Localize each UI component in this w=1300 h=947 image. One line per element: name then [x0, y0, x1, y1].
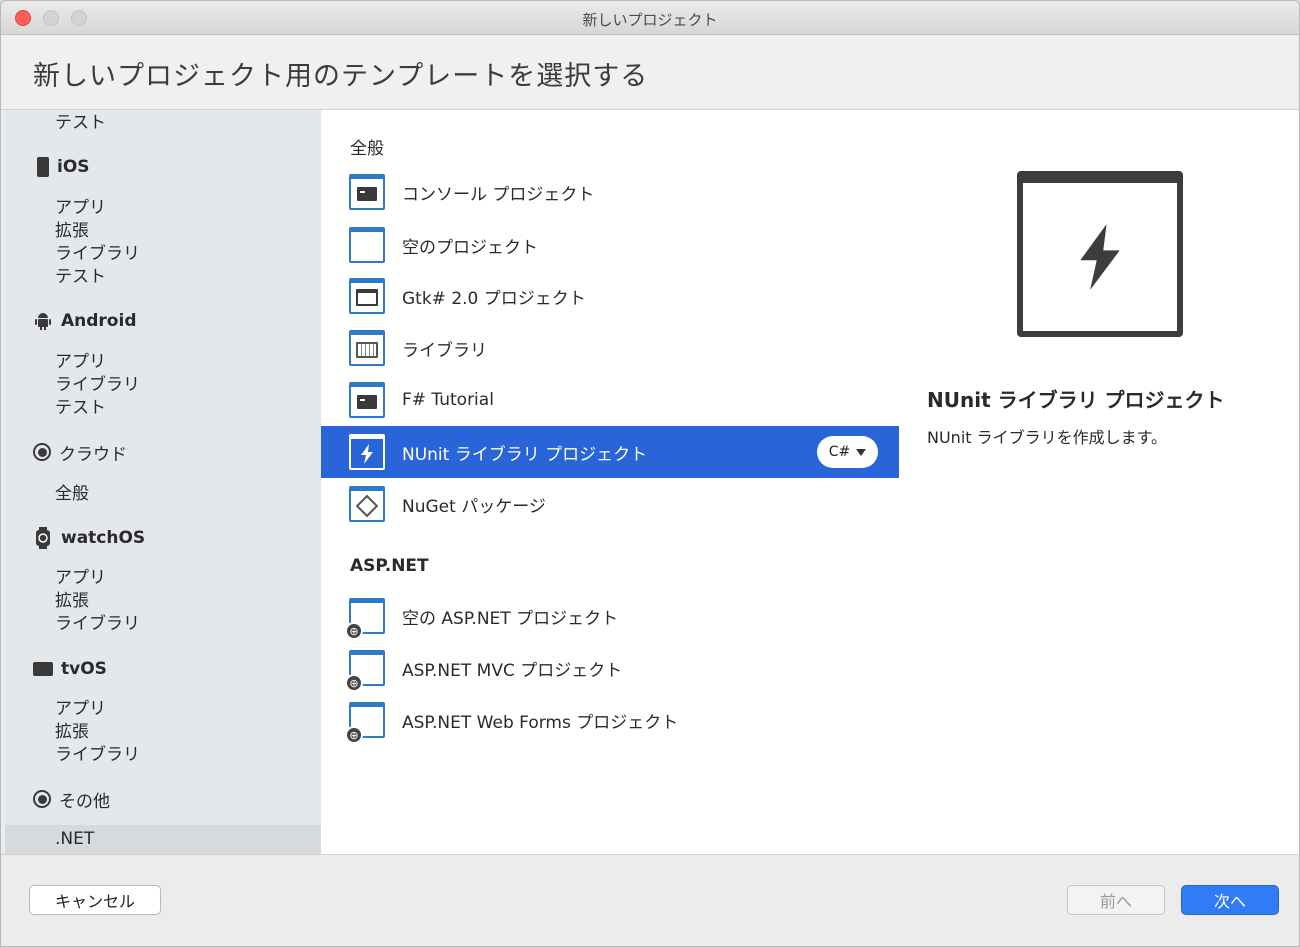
template-label: F# Tutorial [402, 390, 494, 410]
template-tile: ⊕ [345, 598, 385, 640]
blank-icon [349, 227, 385, 263]
sidebar-category-label: tvOS [61, 659, 107, 679]
template-label: Gtk# 2.0 プロジェクト [402, 288, 586, 309]
dialog-header: 新しいプロジェクト用のテンプレートを選択する [1, 36, 1299, 110]
window-title: 新しいプロジェクト [582, 11, 718, 29]
template-label: NUnit ライブラリ プロジェクト [402, 444, 648, 465]
page-title: 新しいプロジェクト用のテンプレートを選択する [33, 61, 649, 92]
terminal-icon [357, 186, 377, 201]
sidebar-item-tvos-library[interactable]: ライブラリ [55, 740, 140, 765]
template-item-library[interactable]: ライブラリ [321, 322, 899, 374]
sidebar-category-label: その他 [59, 791, 110, 812]
sidebar-item-watchos-extension[interactable]: 拡張 [55, 586, 89, 611]
new-project-dialog: 新しいプロジェクト 新しいプロジェクト用のテンプレートを選択する テスト iOS… [0, 0, 1300, 947]
template-item-nunit-library[interactable]: NUnit ライブラリ プロジェクト C# [321, 426, 899, 478]
sidebar-category-label: iOS [57, 157, 90, 177]
sidebar-category-watchos[interactable]: watchOS [33, 526, 145, 550]
sidebar-item-ios-test[interactable]: テスト [55, 262, 106, 287]
sidebar-category-label: クラウド [59, 444, 127, 465]
template-tile [349, 486, 385, 522]
globe-icon: ⊕ [345, 622, 363, 640]
language-value: C# [828, 444, 851, 460]
template-item-aspnet-mvc[interactable]: ⊕ ASP.NET MVC プロジェクト [321, 642, 899, 694]
sidebar-item-android-library[interactable]: ライブラリ [55, 370, 140, 395]
template-tile: ⊕ [345, 650, 385, 692]
template-item-empty[interactable]: 空のプロジェクト [321, 219, 899, 271]
template-label: ASP.NET MVC プロジェクト [402, 660, 623, 681]
template-label: 空のプロジェクト [402, 237, 538, 258]
sidebar-item-android-app[interactable]: アプリ [55, 347, 106, 372]
template-item-aspnet-webforms[interactable]: ⊕ ASP.NET Web Forms プロジェクト [321, 694, 899, 746]
sidebar-item-tvos-extension[interactable]: 拡張 [55, 717, 89, 742]
detail-title: NUnit ライブラリ プロジェクト [927, 388, 1225, 412]
globe-icon: ⊕ [345, 726, 363, 744]
sidebar-item-tvos-app[interactable]: アプリ [55, 694, 106, 719]
sidebar-item-test[interactable]: テスト [55, 110, 106, 133]
template-tile [349, 278, 385, 314]
sidebar-item-watchos-app[interactable]: アプリ [55, 563, 106, 588]
android-icon [35, 313, 51, 330]
sidebar-category-android[interactable]: Android [33, 309, 137, 333]
template-list: 全般 コンソール プロジェクト 空のプロジェクト Gtk# 2.0 プロジェクト… [321, 110, 899, 854]
template-item-fsharp-tutorial[interactable]: F# Tutorial [321, 374, 899, 426]
globe-icon: ⊕ [345, 674, 363, 692]
template-item-nuget-package[interactable]: NuGet パッケージ [321, 478, 899, 530]
lightning-icon [361, 443, 373, 464]
template-label: NuGet パッケージ [402, 496, 546, 517]
sidebar-item-ios-app[interactable]: アプリ [55, 193, 106, 218]
sidebar-category-label: watchOS [61, 528, 146, 548]
sidebar-item-ios-library[interactable]: ライブラリ [55, 239, 140, 264]
chevron-down-icon [856, 448, 867, 456]
next-button[interactable]: 次へ [1181, 885, 1279, 915]
template-label: 空の ASP.NET プロジェクト [402, 608, 619, 629]
template-detail-panel: NUnit ライブラリ プロジェクト NUnit ライブラリを作成します。 [899, 110, 1299, 854]
sidebar-category-other[interactable]: その他 [33, 787, 110, 812]
template-tile: ⊕ [345, 702, 385, 744]
template-label: ライブラリ [402, 340, 487, 361]
library-icon [356, 341, 378, 358]
template-label: コンソール プロジェクト [402, 184, 595, 205]
terminal-icon [357, 394, 377, 409]
watch-icon [36, 527, 50, 549]
cloud-radio-icon [33, 443, 51, 461]
phone-icon [37, 157, 49, 177]
template-tile [349, 174, 385, 210]
sidebar-item-label: .NET [55, 829, 95, 849]
section-heading-general: 全般 [350, 139, 384, 159]
template-tile [349, 382, 385, 418]
window-icon [356, 289, 378, 306]
sidebar-item-watchos-library[interactable]: ライブラリ [55, 609, 140, 634]
category-sidebar: テスト iOS アプリ 拡張 ライブラリ テスト Android アプリ ライブ… [5, 110, 321, 854]
sidebar-item-android-test[interactable]: テスト [55, 393, 106, 418]
other-radio-icon [33, 790, 51, 808]
sidebar-category-cloud[interactable]: クラウド [33, 440, 127, 465]
sidebar-category-label: Android [61, 311, 137, 331]
template-item-gtk[interactable]: Gtk# 2.0 プロジェクト [321, 270, 899, 322]
cancel-button[interactable]: キャンセル [29, 885, 161, 915]
dialog-footer: キャンセル 前へ 次へ [1, 854, 1299, 946]
title-bar: 新しいプロジェクト [1, 1, 1299, 35]
detail-description: NUnit ライブラリを作成します。 [927, 428, 1168, 447]
template-preview [1017, 171, 1183, 337]
section-heading-aspnet: ASP.NET [350, 556, 429, 576]
template-item-empty-aspnet[interactable]: ⊕ 空の ASP.NET プロジェクト [321, 590, 899, 642]
previous-button[interactable]: 前へ [1067, 885, 1165, 915]
sidebar-item-ios-extension[interactable]: 拡張 [55, 216, 89, 241]
template-tile [349, 434, 385, 470]
sidebar-item-cloud-general[interactable]: 全般 [55, 479, 89, 504]
template-tile [349, 330, 385, 366]
tv-icon [33, 662, 53, 676]
lightning-icon [1080, 224, 1120, 290]
sidebar-item-dotnet[interactable]: .NET [5, 825, 321, 854]
sidebar-category-tvos[interactable]: tvOS [33, 657, 107, 681]
language-selector[interactable]: C# [817, 436, 878, 468]
template-label: ASP.NET Web Forms プロジェクト [402, 712, 679, 733]
template-item-console[interactable]: コンソール プロジェクト [321, 166, 899, 218]
package-icon [355, 494, 379, 517]
sidebar-category-ios[interactable]: iOS [33, 155, 90, 179]
